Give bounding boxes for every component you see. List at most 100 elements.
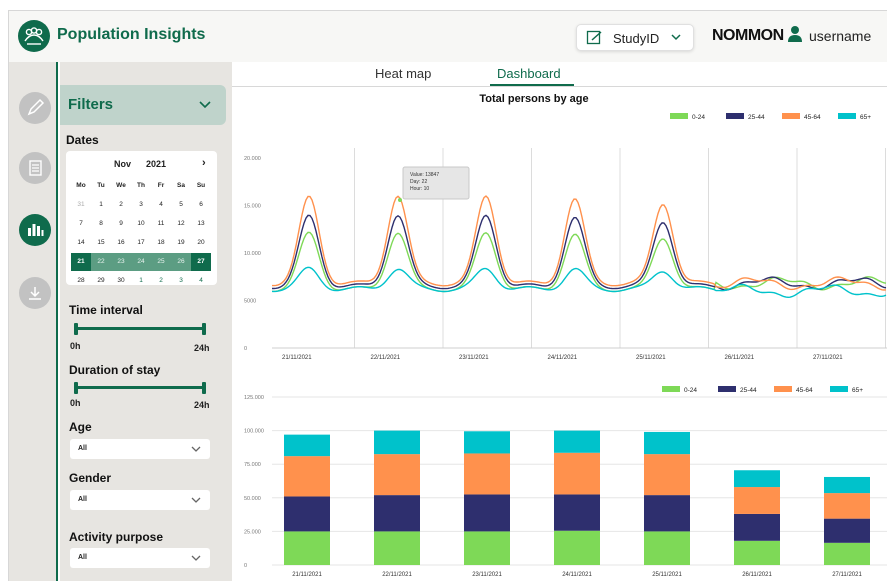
rail-documents-button[interactable] <box>19 152 51 184</box>
legend-label: 65+ <box>860 114 871 121</box>
calendar-day[interactable]: 14 <box>71 234 91 252</box>
calendar-day[interactable]: 2 <box>111 196 131 214</box>
calendar-day[interactable]: 21 <box>71 253 91 271</box>
calendar-day[interactable]: 4 <box>151 196 171 214</box>
legend-label: 25-44 <box>748 114 765 121</box>
calendar-day[interactable]: 16 <box>111 234 131 252</box>
documents-icon <box>29 160 42 176</box>
bar-segment-65+ <box>464 431 510 454</box>
rail-download-button[interactable] <box>19 277 51 309</box>
duration-min: 0h <box>70 398 81 408</box>
calendar-day[interactable]: 2 <box>151 272 171 290</box>
calendar-day[interactable]: 18 <box>151 234 171 252</box>
calendar-day[interactable]: 1 <box>91 196 111 214</box>
date-picker[interactable]: Nov 2021 › Mo Tu We Th Fr Sa Su 31 1 2 3 4 5 6 7 8 9 10 11… <box>66 151 217 285</box>
tooltip-value: Value: 13847 <box>410 172 439 178</box>
calendar-day[interactable]: 26 <box>171 253 191 271</box>
slider-handle-max[interactable] <box>202 382 206 394</box>
calendar-day[interactable]: 3 <box>131 196 151 214</box>
calendar-day[interactable]: 29 <box>91 272 111 290</box>
x-tick-label: 21/11/2021 <box>282 355 312 361</box>
rail-dashboard-button[interactable] <box>19 214 51 246</box>
calendar-day[interactable]: 6 <box>191 196 211 214</box>
legend-swatch <box>782 113 800 119</box>
calendar-day[interactable]: 11 <box>151 215 171 233</box>
age-select[interactable]: All <box>70 439 210 459</box>
calendar-day[interactable]: 31 <box>71 196 91 214</box>
calendar-year[interactable]: 2021 <box>146 159 166 169</box>
calendar-day[interactable]: 7 <box>71 215 91 233</box>
user-icon[interactable] <box>787 25 803 43</box>
y-tick-label: 75.000 <box>244 462 261 468</box>
tabs-divider <box>232 86 887 87</box>
slider-handle-max[interactable] <box>202 323 206 335</box>
calendar-day[interactable]: 13 <box>191 215 211 233</box>
bar-segment-65+ <box>734 470 780 488</box>
duration-max: 24h <box>194 400 210 410</box>
x-tick-label: 24/11/2021 <box>562 572 592 578</box>
tab-heat-map[interactable]: Heat map <box>375 66 431 81</box>
calendar-day[interactable]: 12 <box>171 215 191 233</box>
activity-select[interactable]: All <box>70 548 210 568</box>
calendar-day[interactable]: 20 <box>191 234 211 252</box>
bar-chart-icon <box>28 224 44 236</box>
y-tick-label: 100.000 <box>244 429 264 435</box>
calendar-day-name: Th <box>137 182 145 189</box>
filters-header[interactable]: Filters <box>60 85 226 125</box>
time-interval-slider[interactable] <box>74 323 206 335</box>
calendar-day[interactable]: 30 <box>111 272 131 290</box>
calendar-grid: Mo Tu We Th Fr Sa Su 31 1 2 3 4 5 6 7 8 9 10 11 12 13 14 15 16 1… <box>71 177 212 290</box>
calendar-day[interactable]: 3 <box>171 272 191 290</box>
calendar-day-name: Fr <box>157 182 165 189</box>
username[interactable]: username <box>809 28 871 44</box>
chart-title: Total persons by age <box>479 93 588 105</box>
calendar-day[interactable]: 9 <box>111 215 131 233</box>
legend-label: 25-44 <box>740 387 757 394</box>
icon-rail <box>8 62 58 581</box>
study-selector[interactable]: StudyID <box>576 24 694 51</box>
chevron-down-icon <box>191 446 201 452</box>
calendar-day[interactable]: 1 <box>131 272 151 290</box>
calendar-day[interactable]: 24 <box>131 253 151 271</box>
slider-handle-min[interactable] <box>74 382 78 394</box>
calendar-day[interactable]: 22 <box>91 253 111 271</box>
y-tick-label: 5000 <box>244 299 256 305</box>
bar-segment-65+ <box>824 476 870 494</box>
bar-segment-65+ <box>284 434 330 457</box>
duration-slider[interactable] <box>74 382 206 394</box>
bar-segment-25-44 <box>644 495 690 532</box>
calendar-month[interactable]: Nov <box>114 159 131 169</box>
line-chart: Total persons by age 0-24 25-44 45-64 65+ 0 50… <box>244 93 887 361</box>
top-bar: Population Insights StudyID NOMMON usern… <box>8 10 887 62</box>
next-month-icon[interactable]: › <box>202 157 206 169</box>
calendar-day[interactable]: 17 <box>131 234 151 252</box>
x-tick-label: 26/11/2021 <box>742 572 772 578</box>
calendar-day[interactable]: 28 <box>71 272 91 290</box>
calendar-day[interactable]: 23 <box>111 253 131 271</box>
slider-track <box>76 386 204 389</box>
calendar-day[interactable]: 4 <box>191 272 211 290</box>
legend-swatch <box>774 386 792 392</box>
legend-swatch <box>670 113 688 119</box>
calendar-day[interactable]: 8 <box>91 215 111 233</box>
x-tick-label: 27/11/2021 <box>832 572 862 578</box>
calendar-day[interactable]: 25 <box>151 253 171 271</box>
tab-dashboard[interactable]: Dashboard <box>497 66 561 81</box>
rail-edit-button[interactable] <box>19 92 51 124</box>
bar-segment-65+ <box>644 431 690 455</box>
slider-track <box>76 327 204 330</box>
calendar-day[interactable]: 10 <box>131 215 151 233</box>
calendar-day[interactable]: 19 <box>171 234 191 252</box>
duration-label: Duration of stay <box>69 363 161 377</box>
y-tick-label: 50.000 <box>244 496 261 502</box>
age-label: Age <box>69 420 92 434</box>
gender-select[interactable]: All <box>70 490 210 510</box>
pencil-icon <box>27 98 45 116</box>
calendar-day[interactable]: 27 <box>191 253 211 271</box>
calendar-day[interactable]: 15 <box>91 234 111 252</box>
app-title: Population Insights <box>57 26 206 43</box>
calendar-day[interactable]: 5 <box>171 196 191 214</box>
slider-handle-min[interactable] <box>74 323 78 335</box>
brand-logo: NOMMON <box>712 27 784 44</box>
filter-panel: Filters Dates Nov 2021 › Mo Tu We Th Fr Sa Su 3… <box>60 62 232 581</box>
